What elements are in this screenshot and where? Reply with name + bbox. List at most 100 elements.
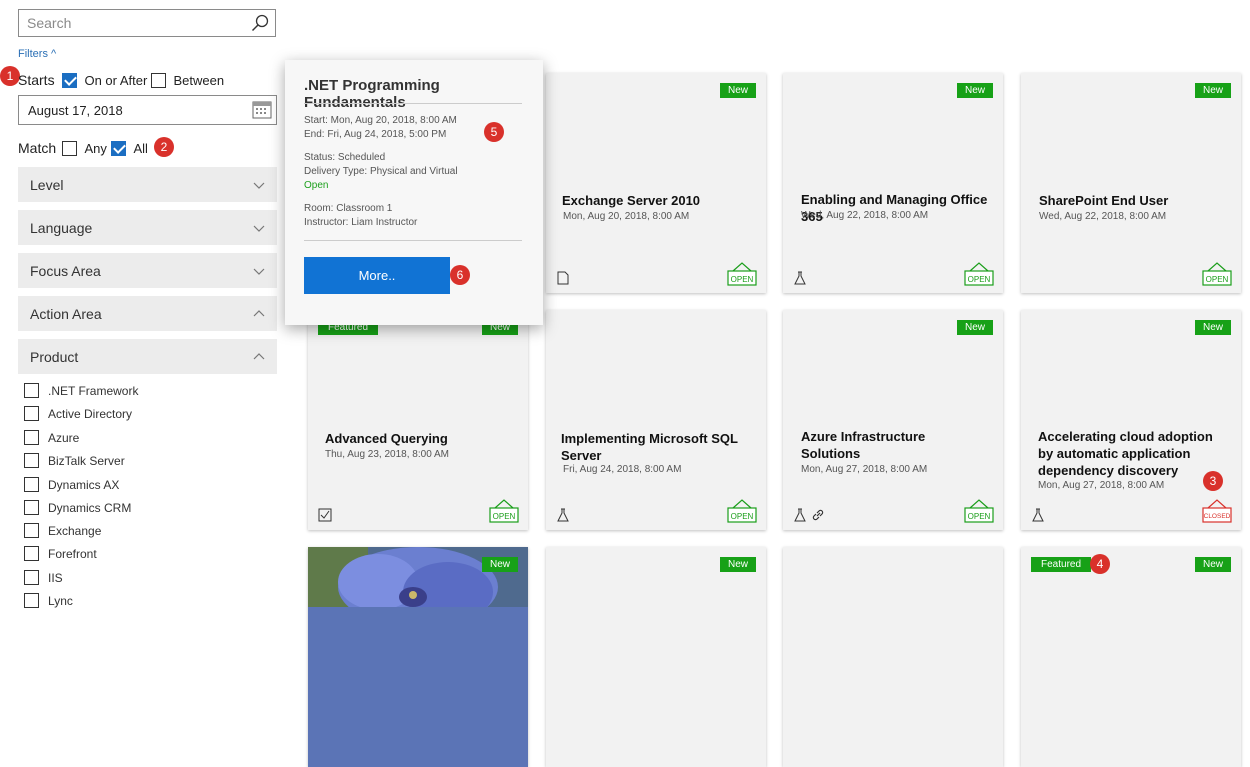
on-or-after-checkbox[interactable]	[62, 73, 77, 88]
document-icon	[557, 271, 569, 285]
product-label: Lync	[48, 594, 73, 608]
match-any-option[interactable]: Any	[62, 140, 107, 158]
lab-flask-icon	[557, 508, 569, 522]
popup-instructor: Instructor: Liam Instructor	[304, 217, 418, 228]
link-icon	[812, 509, 824, 521]
popup-divider	[304, 240, 522, 241]
chevron-down-icon	[253, 268, 265, 275]
accordion-product[interactable]: Product	[18, 339, 277, 374]
card-date: Mon, Aug 27, 2018, 8:00 AM	[1038, 480, 1165, 491]
product-label: IIS	[48, 571, 63, 585]
filters-toggle[interactable]: Filters ^	[18, 48, 56, 60]
accordion-action-area-label: Action Area	[30, 306, 102, 322]
product-checkbox[interactable]	[24, 406, 39, 421]
starts-label: Starts	[18, 72, 55, 88]
start-date-value: August 17, 2018	[28, 103, 123, 118]
card-title[interactable]: SharePoint End User	[1039, 192, 1234, 209]
product-option[interactable]: Lync	[24, 593, 73, 608]
card-title[interactable]: Exchange Server 2010	[562, 192, 757, 209]
product-option[interactable]: .NET Framework	[24, 383, 138, 398]
product-option[interactable]: Forefront	[24, 546, 97, 561]
course-card[interactable]: Implementing Microsoft SQL Server Fri, A…	[546, 310, 766, 530]
product-checkbox[interactable]	[24, 430, 39, 445]
product-label: .NET Framework	[48, 384, 139, 398]
product-checkbox[interactable]	[24, 477, 39, 492]
popup-open-status: Open	[304, 180, 329, 191]
product-option[interactable]: Active Directory	[24, 406, 132, 421]
new-tag: New	[481, 557, 518, 572]
search-icon[interactable]	[251, 14, 269, 32]
on-or-after-label: On or After	[84, 73, 148, 88]
card-title[interactable]: Accelerating cloud adoption by automatic…	[1038, 428, 1228, 479]
open-sign-icon: OPEN	[727, 262, 757, 286]
match-any-label: Any	[84, 141, 107, 156]
course-card[interactable]: New Azure Infrastructure Solutions Mon, …	[783, 310, 1003, 530]
product-checkbox[interactable]	[24, 546, 39, 561]
chevron-down-icon	[253, 225, 265, 232]
card-date: Thu, Aug 23, 2018, 8:00 AM	[325, 449, 449, 460]
more-button[interactable]: More..	[304, 257, 450, 294]
product-option[interactable]: Azure	[24, 430, 79, 445]
chevron-up-icon	[253, 310, 265, 317]
course-card[interactable]: New	[546, 547, 766, 767]
between-checkbox[interactable]	[151, 73, 166, 88]
course-card[interactable]: New Exchange Server 2010 Mon, Aug 20, 20…	[546, 73, 766, 293]
product-label: Azure	[48, 431, 80, 445]
product-label: Forefront	[48, 547, 97, 561]
course-card[interactable]	[783, 547, 1003, 767]
between-option[interactable]: Between	[151, 72, 224, 90]
accordion-focus-area[interactable]: Focus Area	[18, 253, 277, 288]
accordion-level[interactable]: Level	[18, 167, 277, 202]
course-card[interactable]: Featured New Advanced Querying Thu, Aug …	[308, 310, 528, 530]
product-checkbox[interactable]	[24, 453, 39, 468]
checkbox-icon	[318, 508, 332, 522]
open-sign-icon: OPEN	[964, 499, 994, 523]
course-card[interactable]: Featured New	[1021, 547, 1241, 767]
new-tag: New	[1194, 557, 1231, 572]
search-box[interactable]	[18, 9, 276, 37]
product-option[interactable]: Dynamics CRM	[24, 500, 131, 515]
product-option[interactable]: IIS	[24, 570, 63, 585]
new-tag: New	[719, 83, 756, 98]
course-card[interactable]: New Accelerating cloud adoption by autom…	[1021, 310, 1241, 530]
callout-badge-4: 4	[1090, 554, 1110, 574]
callout-badge-5: 5	[484, 122, 504, 142]
on-or-after-option[interactable]: On or After	[62, 72, 147, 90]
lab-flask-icon	[794, 271, 806, 285]
open-sign-icon: OPEN	[727, 499, 757, 523]
accordion-action-area[interactable]: Action Area	[18, 296, 277, 331]
course-card[interactable]: New SharePoint End User Wed, Aug 22, 201…	[1021, 73, 1241, 293]
calendar-icon[interactable]	[252, 100, 272, 120]
product-checkbox[interactable]	[24, 570, 39, 585]
match-all-checkbox[interactable]	[111, 141, 126, 156]
callout-badge-2: 2	[154, 137, 174, 157]
course-card[interactable]: New	[308, 547, 528, 767]
product-option[interactable]: Exchange	[24, 523, 101, 538]
product-checkbox[interactable]	[24, 523, 39, 538]
accordion-language-label: Language	[30, 220, 93, 236]
course-card[interactable]: New Enabling and Managing Office 365 Wed…	[783, 73, 1003, 293]
card-title[interactable]: Implementing Microsoft SQL Server	[561, 430, 751, 464]
card-title[interactable]: Advanced Querying	[325, 430, 520, 447]
featured-tag: Featured	[1031, 557, 1092, 572]
product-checkbox[interactable]	[24, 500, 39, 515]
open-sign-icon: OPEN	[1202, 262, 1232, 286]
search-input[interactable]	[19, 10, 255, 36]
product-label: Dynamics CRM	[48, 501, 132, 515]
accordion-language[interactable]: Language	[18, 210, 277, 245]
match-any-checkbox[interactable]	[62, 141, 77, 156]
product-option[interactable]: Dynamics AX	[24, 477, 119, 492]
open-sign-text: OPEN	[731, 512, 754, 521]
match-all-option[interactable]: All	[111, 140, 148, 158]
product-checkbox[interactable]	[24, 593, 39, 608]
start-date-field[interactable]: August 17, 2018	[18, 95, 277, 125]
open-sign-text: OPEN	[731, 275, 754, 284]
product-option[interactable]: BizTalk Server	[24, 453, 125, 468]
card-title[interactable]: Azure Infrastructure Solutions	[801, 428, 951, 462]
closed-sign-text: CLOSED	[1204, 513, 1231, 520]
card-date: Wed, Aug 22, 2018, 8:00 AM	[1039, 211, 1167, 222]
popup-end: End: Fri, Aug 24, 2018, 5:00 PM	[304, 129, 447, 140]
open-sign-text: OPEN	[968, 275, 991, 284]
popup-room: Room: Classroom 1	[304, 203, 393, 214]
product-checkbox[interactable]	[24, 383, 39, 398]
